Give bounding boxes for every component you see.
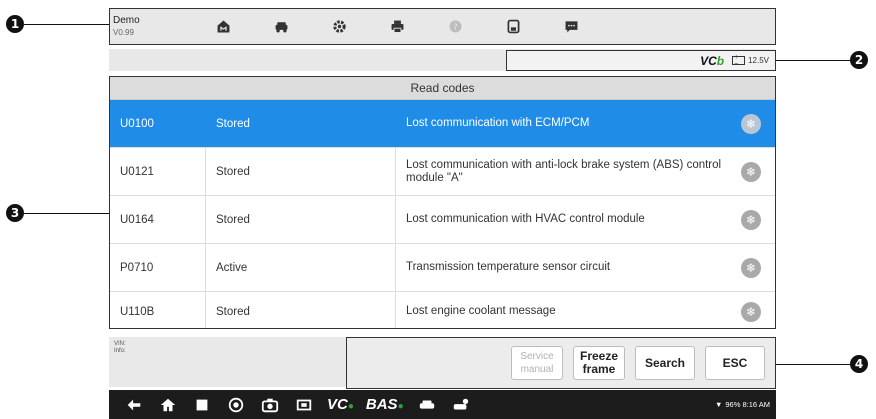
snowflake-icon[interactable]: ❄ (741, 161, 761, 182)
battery-voltage: 12.5V (748, 56, 769, 65)
app-info: Demo V0.99 (110, 15, 194, 39)
snowflake-icon[interactable]: ❄ (741, 301, 761, 322)
app-name: Demo (113, 14, 140, 26)
camera-icon[interactable] (253, 390, 287, 419)
description-cell: Lost communication with ECM/PCM (406, 117, 590, 129)
callout-3-line (24, 213, 109, 214)
description-cell: Transmission temperature sensor circuit (406, 261, 611, 273)
callout-2: 2 (850, 51, 868, 69)
freeze-frame-button[interactable]: Freeze frame (573, 346, 625, 380)
description-cell: Lost communication with anti-lock brake … (406, 158, 722, 184)
user-car-icon[interactable] (444, 390, 478, 419)
vci-status: VCb 12.5V (506, 50, 776, 71)
snowflake-icon[interactable]: ❄ (741, 257, 761, 278)
callout-1-line (24, 24, 109, 25)
system-status-text: 96% 8:16 AM (725, 400, 770, 409)
battery-icon (732, 54, 746, 68)
table-row[interactable]: U0100 Stored Lost communication with ECM… (110, 100, 775, 148)
help-icon: ? (426, 8, 484, 45)
app-version: V0.99 (113, 27, 134, 37)
callout-2-line (776, 60, 850, 61)
panel-title: Read codes (110, 77, 775, 100)
screenshot-stage: 1 2 3 4 Demo V0.99 ? VCb + − 12.5V Read … (0, 0, 876, 419)
read-codes-panel: Read codes U0100 Stored Lost communicati… (109, 76, 776, 329)
bas-shortcut[interactable]: BAS● (366, 396, 404, 413)
table-row[interactable]: U110B Stored Lost engine coolant message… (110, 292, 775, 328)
svg-text:?: ? (453, 23, 458, 33)
callout-3: 3 (6, 204, 24, 222)
code-cell: U0164 (110, 196, 206, 243)
vci-label: VCb (700, 53, 725, 68)
status-cell: Stored (206, 100, 396, 147)
printer-icon[interactable] (368, 8, 426, 45)
status-cell: Stored (206, 196, 396, 243)
snowflake-icon[interactable]: ❄ (741, 209, 761, 230)
snowflake-icon[interactable]: ❄ (741, 113, 761, 134)
code-cell: U110B (110, 292, 206, 328)
battery-status: 12.5V (732, 54, 769, 68)
vehicle-swap-icon[interactable] (252, 8, 310, 45)
table-row[interactable]: U0164 Stored Lost communication with HVA… (110, 196, 775, 244)
top-toolbar: Demo V0.99 ? (109, 8, 776, 45)
callout-4: 4 (850, 355, 868, 373)
code-cell: U0121 (110, 148, 206, 195)
vehicle-info: VIN: Info: (114, 341, 126, 355)
action-buttons: Service manual Freeze frame Search ESC (346, 337, 776, 389)
message-icon[interactable] (542, 8, 600, 45)
wifi-icon: ▼ (714, 400, 723, 409)
recent-apps-icon[interactable] (185, 390, 219, 419)
save-icon[interactable] (484, 8, 542, 45)
search-button[interactable]: Search (635, 346, 695, 380)
table-row[interactable]: U0121 Stored Lost communication with ant… (110, 148, 775, 196)
callout-1: 1 (6, 15, 24, 33)
description-cell: Lost engine coolant message (406, 305, 556, 317)
back-icon[interactable] (117, 390, 151, 419)
description-cell: Lost communication with HVAC control mod… (406, 213, 645, 225)
callout-4-line (776, 364, 850, 365)
info-label: Info: (114, 348, 126, 354)
home-icon[interactable] (194, 8, 252, 45)
table-row[interactable]: P0710 Active Transmission temperature se… (110, 244, 775, 292)
vin-label: VIN: (114, 341, 126, 347)
esc-button[interactable]: ESC (705, 346, 765, 380)
status-cell: Stored (206, 292, 396, 328)
car-icon[interactable] (410, 390, 444, 419)
service-manual-button[interactable]: Service manual (511, 346, 563, 380)
code-cell: P0710 (110, 244, 206, 291)
gear-icon[interactable] (310, 8, 368, 45)
vci-shortcut[interactable]: VC● (327, 396, 354, 413)
screen-record-icon[interactable] (287, 390, 321, 419)
status-cell: Active (206, 244, 396, 291)
status-cell: Stored (206, 148, 396, 195)
system-status: ▼ 96% 8:16 AM (715, 400, 770, 409)
system-navbar: VC● BAS● ▼ 96% 8:16 AM (109, 390, 776, 419)
code-cell: U0100 (110, 100, 206, 147)
browser-icon[interactable] (219, 390, 253, 419)
home-nav-icon[interactable] (151, 390, 185, 419)
